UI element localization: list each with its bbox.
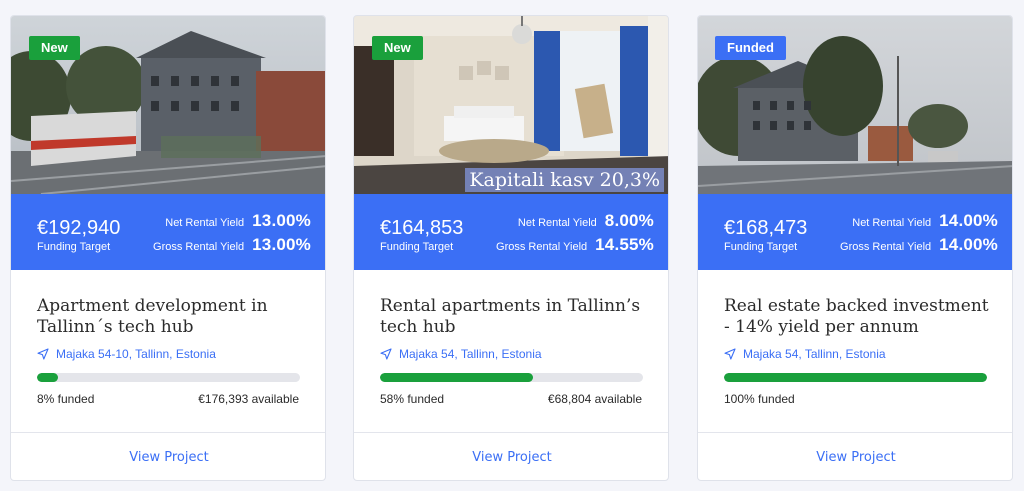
project-card: New €192,940 Funding Target Net Rental Y… (10, 15, 326, 481)
funding-progress-fill (380, 373, 533, 382)
gross-yield-label: Gross Rental Yield (153, 241, 245, 253)
funding-target-label: Funding Target (724, 241, 798, 253)
net-yield-value: 8.00% (604, 211, 654, 230)
net-yield-label: Net Rental Yield (165, 217, 245, 229)
gross-yield-row: Gross Rental Yield 13.00% (153, 235, 311, 255)
financial-summary: €192,940 Funding Target Net Rental Yield… (11, 194, 325, 270)
view-project-button[interactable]: View Project (11, 433, 325, 480)
funding-target-label: Funding Target (37, 241, 111, 253)
project-location: Majaka 54, Tallinn, Estonia (724, 347, 886, 361)
funding-progress-bar (380, 373, 643, 382)
net-yield-row: Net Rental Yield 14.00% (852, 211, 998, 231)
status-badge: New (29, 36, 80, 60)
view-project-button[interactable]: View Project (698, 433, 1012, 480)
location-arrow-icon (724, 348, 736, 360)
location-text: Majaka 54-10, Tallinn, Estonia (56, 347, 216, 361)
gross-yield-value: 14.55% (595, 235, 654, 254)
funding-amount: €168,473 (724, 217, 808, 239)
gross-yield-value: 14.00% (939, 235, 998, 254)
available-amount: €176,393 available (198, 392, 299, 406)
funding-progress-fill (724, 373, 987, 382)
financial-summary: €164,853 Funding Target Net Rental Yield… (354, 194, 668, 270)
gross-yield-row: Gross Rental Yield 14.55% (496, 235, 654, 255)
funding-amount: €192,940 (37, 217, 121, 239)
funding-progress-fill (37, 373, 59, 382)
funding-target-label: Funding Target (380, 241, 454, 253)
project-title[interactable]: Rental apartments in Tallinn’s tech hub (380, 296, 650, 338)
project-location: Majaka 54, Tallinn, Estonia (380, 347, 542, 361)
card-footer: View Project (698, 432, 1012, 480)
net-yield-label: Net Rental Yield (852, 217, 932, 229)
project-card: Funded €168,473 Funding Target Net Renta… (697, 15, 1013, 481)
project-location: Majaka 54-10, Tallinn, Estonia (37, 347, 216, 361)
funding-amount: €164,853 (380, 217, 464, 239)
location-arrow-icon (380, 348, 392, 360)
card-footer: View Project (354, 432, 668, 480)
status-badge: Funded (715, 36, 786, 60)
location-text: Majaka 54, Tallinn, Estonia (399, 347, 542, 361)
funding-progress-bar (37, 373, 300, 382)
net-yield-value: 13.00% (252, 211, 311, 230)
net-yield-row: Net Rental Yield 8.00% (518, 211, 654, 231)
net-yield-row: Net Rental Yield 13.00% (165, 211, 311, 231)
funding-progress-bar (724, 373, 987, 382)
funded-percent: 100% funded (724, 392, 795, 406)
project-card: New Kapitali kasv 20,3% €164,853 Funding… (353, 15, 669, 481)
funded-percent: 8% funded (37, 392, 95, 406)
status-badge: New (372, 36, 423, 60)
gross-yield-value: 13.00% (252, 235, 311, 254)
net-yield-value: 14.00% (939, 211, 998, 230)
photo-caption: Kapitali kasv 20,3% (465, 168, 664, 192)
card-footer: View Project (11, 432, 325, 480)
location-arrow-icon (37, 348, 49, 360)
view-project-button[interactable]: View Project (354, 433, 668, 480)
location-text: Majaka 54, Tallinn, Estonia (743, 347, 886, 361)
project-title[interactable]: Real estate backed investment - 14% yiel… (724, 296, 994, 338)
project-photo[interactable]: Funded (698, 16, 1012, 194)
available-amount: €68,804 available (547, 392, 642, 406)
gross-yield-label: Gross Rental Yield (496, 241, 588, 253)
project-photo[interactable]: New Kapitali kasv 20,3% (354, 16, 668, 194)
financial-summary: €168,473 Funding Target Net Rental Yield… (698, 194, 1012, 270)
net-yield-label: Net Rental Yield (517, 217, 597, 229)
funded-percent: 58% funded (380, 392, 445, 406)
project-photo[interactable]: New (11, 16, 325, 194)
gross-yield-row: Gross Rental Yield 14.00% (840, 235, 998, 255)
project-title[interactable]: Apartment development in Tallinn´s tech … (37, 296, 307, 338)
gross-yield-label: Gross Rental Yield (840, 241, 932, 253)
